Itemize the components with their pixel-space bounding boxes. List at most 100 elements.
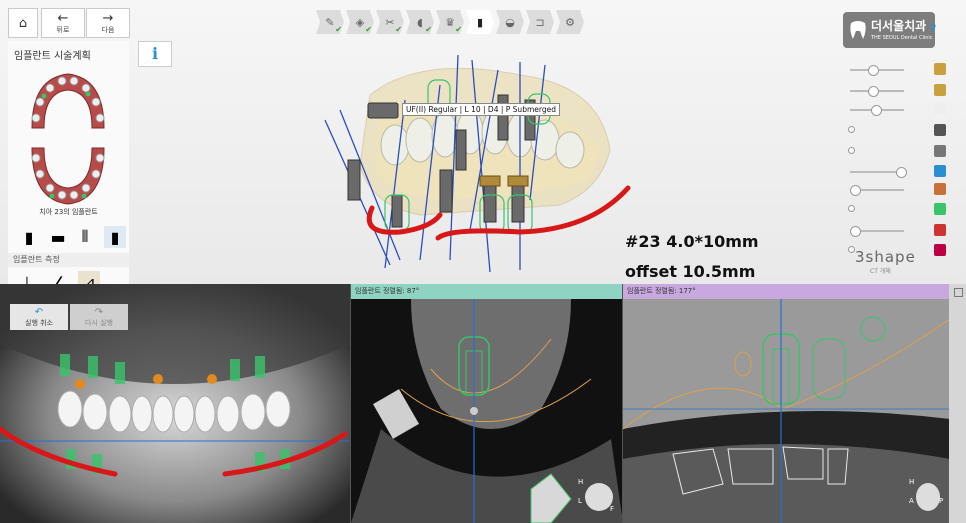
info-icon: i — [151, 44, 159, 63]
implant-icon — [934, 124, 946, 136]
brand-subtext: CT 개체 — [870, 268, 891, 275]
tooth-caption: 치아 23의 임플란트 — [39, 208, 98, 216]
visibility-slider-1[interactable] — [846, 63, 951, 77]
checkmark-icon: ✔ — [335, 25, 342, 34]
implant-group-icon: ⫴ — [81, 227, 89, 246]
slider-knob[interactable] — [896, 167, 907, 178]
cross-section-image — [351, 299, 623, 523]
visibility-slider-7[interactable] — [846, 183, 951, 197]
segment-icon: ✂ — [385, 15, 395, 29]
tooth-icon: ◖ — [417, 15, 423, 29]
undo-label: 실행 취소 — [25, 318, 53, 327]
visibility-slider-3[interactable] — [846, 103, 951, 117]
implant-tool-2[interactable]: ⫴ — [74, 226, 96, 248]
implant-offset-annotation: offset 10.5mm — [625, 262, 756, 281]
next-label: 다음 — [101, 25, 115, 34]
workflow-step-6[interactable]: ▮ — [466, 10, 494, 34]
scissors-icon — [934, 224, 946, 236]
workflow-step-1[interactable]: ✎ ✔ — [316, 10, 344, 34]
logo-name: 더서울치과 — [871, 19, 927, 33]
visibility-slider-9[interactable] — [846, 224, 951, 238]
nerve-icon — [934, 203, 946, 215]
orient-f: F — [610, 505, 615, 513]
maximize-icon — [954, 288, 963, 297]
export-icon: ⚙ — [565, 15, 575, 29]
align-icon: ◈ — [355, 15, 365, 29]
checkmark-icon: ✔ — [395, 25, 402, 34]
slider-knob[interactable] — [868, 65, 879, 76]
clinic-logo: 더서울치과 THE SEOUL Dental Clinic — [843, 12, 935, 48]
visibility-slider-2[interactable] — [846, 84, 951, 98]
back-button[interactable]: ← 뒤로 — [41, 8, 85, 38]
arrow-left-icon: ← — [57, 10, 69, 26]
cross-section-view[interactable]: 임플란트 정렬됨: 87° H L F — [350, 284, 623, 523]
back-label: 뒤로 — [56, 25, 70, 34]
implant-icon: ▮ — [476, 15, 484, 29]
orient-l: L — [578, 497, 582, 505]
implant-tool-3[interactable]: ▮ — [104, 226, 126, 248]
visibility-slider-5[interactable] — [846, 145, 951, 159]
right-edge-strip[interactable] — [949, 284, 966, 523]
slider-knob[interactable] — [871, 105, 882, 116]
implant-icon: ▮ — [24, 227, 34, 247]
workflow-step-5[interactable]: ♛ ✔ — [436, 10, 464, 34]
crown-icon — [934, 84, 946, 96]
next-button[interactable]: → 다음 — [86, 8, 130, 38]
visibility-slider-10[interactable] — [846, 244, 951, 258]
scan-icon: ✎ — [325, 15, 335, 29]
abutment-icon — [934, 63, 946, 75]
help-icon[interactable]: ? — [930, 22, 936, 35]
implant-tool-1[interactable]: ▮ — [18, 226, 40, 248]
tangential-header: 임플란트 정렬됨: 177° — [623, 284, 950, 299]
slider-knob[interactable] — [850, 226, 861, 237]
slider-knob[interactable] — [850, 185, 861, 196]
panel-title: 임플란트 시술계획 — [14, 51, 91, 62]
visibility-slider-4[interactable] — [846, 124, 951, 138]
redo-icon: ↷ — [94, 306, 104, 318]
abutment-tool[interactable]: ▬ — [44, 226, 72, 248]
workflow-steps: ✎ ✔ ◈ ✔ ✂ ✔ ◖ ✔ ♛ ✔ ▮ ◒ ⊐ ⚙ — [316, 10, 586, 34]
orient-h2: H — [909, 478, 915, 486]
crown-icon: ♛ — [445, 15, 455, 29]
home-icon: ⌂ — [18, 15, 28, 31]
tooth-logo-icon — [850, 21, 866, 39]
undo-icon: ↶ — [34, 306, 44, 318]
tooth-icon — [934, 103, 946, 115]
tangential-view[interactable]: 임플란트 정렬됨: 177° H A P — [622, 284, 950, 523]
model-icon — [934, 165, 946, 177]
logo-subtitle: THE SEOUL Dental Clinic — [871, 35, 933, 41]
implant-size-annotation: #23 4.0*10mm — [625, 232, 759, 251]
orient-a: A — [909, 497, 914, 505]
info-button[interactable]: i — [138, 41, 172, 67]
toggle-dot[interactable] — [848, 205, 855, 212]
workflow-step-8[interactable]: ⊐ — [526, 10, 554, 34]
workflow-step-3[interactable]: ✂ ✔ — [376, 10, 404, 34]
redo-button[interactable]: ↷ 다시 실행 — [70, 304, 128, 330]
home-button[interactable]: ⌂ — [8, 8, 38, 38]
workflow-step-7[interactable]: ◒ — [496, 10, 524, 34]
orient-p: P — [939, 497, 944, 505]
sleeve-icon: ⊐ — [535, 15, 545, 29]
dental-arch-map[interactable] — [22, 68, 114, 208]
checkmark-icon: ✔ — [365, 25, 372, 34]
workflow-step-9[interactable]: ⚙ — [556, 10, 584, 34]
slider-knob[interactable] — [868, 86, 879, 97]
gum-icon — [934, 183, 946, 195]
orientation-cube-tangent[interactable]: H A P — [909, 478, 944, 511]
tangential-image — [623, 299, 950, 523]
toggle-dot[interactable] — [848, 147, 855, 154]
implant-tooltip: UF(II) Regular | L 10 | D4 | P Submerged — [402, 103, 560, 116]
guide-icon: ◒ — [505, 15, 515, 29]
toggle-dot[interactable] — [848, 246, 855, 253]
undo-button[interactable]: ↶ 실행 취소 — [10, 304, 68, 330]
visibility-slider-8[interactable] — [846, 203, 951, 217]
redo-label: 다시 실행 — [85, 318, 113, 327]
workflow-step-4[interactable]: ◖ ✔ — [406, 10, 434, 34]
visibility-slider-6[interactable] — [846, 165, 951, 179]
orient-h: H — [578, 478, 584, 486]
toggle-dot[interactable] — [848, 126, 855, 133]
workflow-step-2[interactable]: ◈ ✔ — [346, 10, 374, 34]
orientation-cube-cross[interactable]: H L F — [578, 478, 615, 513]
measure-title: 임플란트 측정 — [8, 253, 129, 267]
cross-section-header: 임플란트 정렬됨: 87° — [351, 284, 623, 299]
